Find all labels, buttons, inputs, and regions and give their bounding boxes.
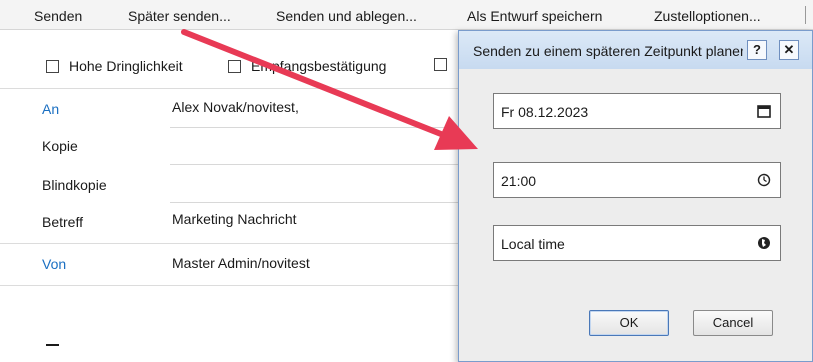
globe-icon[interactable]: [756, 235, 772, 251]
toolbar: Senden Später senden... Senden und ableg…: [0, 0, 813, 30]
to-field[interactable]: Alex Novak/novitest,: [172, 99, 299, 115]
read-receipt-option[interactable]: Empfangsbestätigung: [228, 58, 386, 74]
clock-icon[interactable]: [756, 172, 772, 188]
cc-label: Kopie: [42, 138, 78, 154]
bcc-label: Blindkopie: [42, 177, 107, 193]
option-checkbox[interactable]: [434, 58, 447, 71]
message-options-row: Hohe Dringlichkeit Empfangsbestätigung: [0, 50, 470, 84]
from-label[interactable]: Von: [42, 256, 66, 272]
high-priority-checkbox[interactable]: [46, 59, 59, 73]
to-label[interactable]: An: [42, 101, 59, 117]
send-later-dialog: Senden zu einem späteren Zeitpunkt plane…: [458, 30, 813, 362]
high-priority-label: Hohe Dringlichkeit: [69, 58, 183, 74]
date-value: Fr 08.12.2023: [501, 104, 589, 120]
timezone-picker[interactable]: Local time: [493, 225, 781, 261]
to-underline: [170, 127, 470, 128]
time-value: 21:00: [501, 173, 537, 189]
cc-field[interactable]: [170, 164, 470, 165]
toolbar-overflow-edge: [805, 6, 813, 24]
date-picker[interactable]: Fr 08.12.2023: [493, 93, 781, 129]
subject-label: Betreff: [42, 214, 83, 230]
subject-field[interactable]: Marketing Nachricht: [172, 211, 297, 227]
ok-button[interactable]: OK: [589, 310, 669, 336]
read-receipt-checkbox[interactable]: [228, 59, 241, 73]
read-receipt-label: Empfangsbestätigung: [251, 58, 387, 74]
cancel-button[interactable]: Cancel: [693, 310, 773, 336]
dialog-titlebar: Senden zu einem späteren Zeitpunkt plane…: [459, 31, 812, 69]
text-cursor: [46, 344, 59, 346]
calendar-icon[interactable]: [756, 103, 772, 119]
timezone-value: Local time: [501, 236, 565, 252]
fields-separator: [0, 243, 470, 244]
from-field[interactable]: Master Admin/novitest: [172, 255, 310, 271]
options-separator: [0, 88, 470, 89]
delivery-options-button[interactable]: Zustelloptionen...: [654, 8, 761, 24]
high-priority-option[interactable]: Hohe Dringlichkeit: [46, 58, 183, 74]
time-picker[interactable]: 21:00: [493, 162, 781, 198]
third-option-checkbox[interactable]: [434, 58, 457, 71]
send-and-file-button[interactable]: Senden und ablegen...: [276, 8, 417, 24]
help-button[interactable]: ?: [747, 40, 767, 60]
from-separator: [0, 285, 470, 286]
dialog-title: Senden zu einem späteren Zeitpunkt plane…: [473, 43, 743, 59]
save-draft-button[interactable]: Als Entwurf speichern: [467, 8, 602, 24]
send-button[interactable]: Senden: [34, 8, 82, 24]
bcc-field[interactable]: [170, 202, 470, 203]
close-button[interactable]: ✕: [779, 40, 799, 60]
send-later-button[interactable]: Später senden...: [128, 8, 231, 24]
